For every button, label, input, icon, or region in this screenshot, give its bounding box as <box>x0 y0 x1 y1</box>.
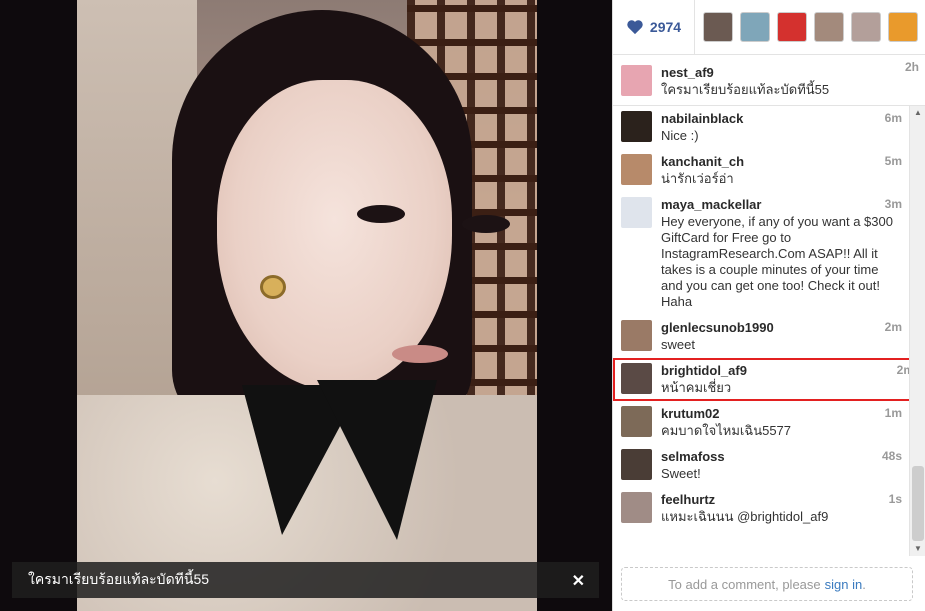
comment-timestamp: 48s <box>881 449 902 463</box>
close-icon[interactable]: ✕ <box>572 571 585 591</box>
likers-list <box>695 12 918 42</box>
comment-text: หน้าคมเชี่ยว <box>661 380 732 395</box>
comment-item: brightidol_af9 หน้าคมเชี่ยว 2m <box>613 358 909 401</box>
comments-scrollbar[interactable]: ▲ ▼ <box>909 106 925 556</box>
photo-caption-bar: ใครมาเรียบร้อยแท้ละบัดทีนี้55 ✕ <box>12 562 599 598</box>
comment-body: feelhurtz แหมะเฉินนน @brightidol_af9 <box>661 492 901 525</box>
photo-earring <box>260 275 286 299</box>
comment-item: kanchanit_ch น่ารักเว่อร์อ่า 5m <box>613 149 909 192</box>
comment-body: krutum02 คมบาดใจไหมเฉิน5577 <box>661 406 901 439</box>
comment-body: maya_mackellar Hey everyone, if any of yo… <box>661 197 901 310</box>
photo-caption-text: ใครมาเรียบร้อยแท้ละบัดทีนี้55 <box>28 571 210 587</box>
avatar[interactable] <box>621 406 652 437</box>
comment-text: Sweet! <box>661 466 701 481</box>
add-comment-text: To add a comment, please <box>668 576 821 592</box>
caption-comment: nest_af9 ใครมาเรียบร้อยแท้ละบัดทีนี้55 2h <box>613 55 925 106</box>
photo-pane: ใครมาเรียบร้อยแท้ละบัดทีนี้55 ✕ <box>0 0 612 611</box>
photo-eye-left <box>357 205 405 223</box>
liker-avatar[interactable] <box>777 12 807 42</box>
comment-body: nest_af9 ใครมาเรียบร้อยแท้ละบัดทีนี้55 <box>661 65 918 98</box>
like-count: 2974 <box>649 19 682 35</box>
scroll-down-arrow-icon[interactable]: ▼ <box>913 544 923 554</box>
likes-bar: 2974 <box>613 0 925 55</box>
comment-item: nest_af9 ใครมาเรียบร้อยแท้ละบัดทีนี้55 2h <box>613 55 925 103</box>
photo-lips <box>392 345 448 363</box>
comment-text: แหมะเฉินนน @brightidol_af9 <box>661 509 829 524</box>
sign-in-link[interactable]: sign in <box>825 577 863 592</box>
comment-item: feelhurtz แหมะเฉินนน @brightidol_af9 1s <box>613 487 909 530</box>
like-button[interactable]: 2974 <box>613 0 695 55</box>
comment-timestamp: 1s <box>888 492 902 506</box>
avatar[interactable] <box>621 363 652 394</box>
comment-username[interactable]: krutum02 <box>661 406 901 421</box>
comment-username[interactable]: nest_af9 <box>661 65 918 80</box>
liker-avatar[interactable] <box>851 12 881 42</box>
comment-text: Nice :) <box>661 128 699 143</box>
comment-item: krutum02 คมบาดใจไหมเฉิน5577 1m <box>613 401 909 444</box>
avatar[interactable] <box>621 492 652 523</box>
avatar[interactable] <box>621 65 652 96</box>
comment-item: nabilainblack Nice :) 6m <box>613 106 909 149</box>
comment-text: น่ารักเว่อร์อ่า <box>661 171 734 186</box>
comment-timestamp: 2h <box>904 60 919 74</box>
comment-body: glenlecsunob1990 sweet <box>661 320 901 353</box>
comment-text: คมบาดใจไหมเฉิน5577 <box>661 423 792 438</box>
comment-timestamp: 1m <box>884 406 902 420</box>
liker-avatar[interactable] <box>888 12 918 42</box>
comment-username[interactable]: maya_mackellar <box>661 197 901 212</box>
scroll-thumb[interactable] <box>912 466 924 541</box>
avatar[interactable] <box>621 154 652 185</box>
avatar[interactable] <box>621 111 652 142</box>
comment-item: glenlecsunob1990 sweet 2m <box>613 315 909 358</box>
comment-username[interactable]: selmafoss <box>661 449 901 464</box>
comment-body: nabilainblack Nice :) <box>661 111 901 144</box>
avatar[interactable] <box>621 320 652 351</box>
photo-collar-right <box>317 380 437 540</box>
scroll-up-arrow-icon[interactable]: ▲ <box>913 108 923 118</box>
liker-avatar[interactable] <box>740 12 770 42</box>
photo-eye-right <box>462 215 510 233</box>
comments-sidebar: 2974 nest_af9 ใครมาเรียบร้อยแท้ละบัดทีนี้… <box>612 0 925 611</box>
comment-text: Hey everyone, if any of you want a $300 … <box>661 214 893 309</box>
comment-timestamp: 6m <box>884 111 902 125</box>
comment-username[interactable]: feelhurtz <box>661 492 901 507</box>
photo-face <box>217 80 452 390</box>
liker-avatar[interactable] <box>703 12 733 42</box>
comment-timestamp: 3m <box>884 197 902 211</box>
comment-item: selmafoss Sweet! 48s <box>613 444 909 487</box>
comment-username[interactable]: glenlecsunob1990 <box>661 320 901 335</box>
comment-body: kanchanit_ch น่ารักเว่อร์อ่า <box>661 154 901 187</box>
comment-timestamp: 2m <box>896 363 909 377</box>
comment-item: maya_mackellar Hey everyone, if any of yo… <box>613 192 909 315</box>
comment-text: sweet <box>661 337 695 352</box>
comment-body: brightidol_af9 หน้าคมเชี่ยว <box>661 363 909 396</box>
liker-avatar[interactable] <box>814 12 844 42</box>
comment-username[interactable]: brightidol_af9 <box>661 363 909 378</box>
heart-icon <box>627 20 643 35</box>
comment-username[interactable]: nabilainblack <box>661 111 901 126</box>
comment-body: selmafoss Sweet! <box>661 449 901 482</box>
comment-timestamp: 5m <box>884 154 902 168</box>
comment-text: ใครมาเรียบร้อยแท้ละบัดทีนี้55 <box>661 82 830 97</box>
comments-list: nabilainblack Nice :) 6m kanchanit_ch น่ารัก… <box>613 106 909 556</box>
avatar[interactable] <box>621 449 652 480</box>
comment-timestamp: 2m <box>884 320 902 334</box>
avatar[interactable] <box>621 197 652 228</box>
add-comment-prompt: To add a comment, please sign in. <box>621 567 913 601</box>
add-comment-tail: . <box>862 576 866 592</box>
comment-username[interactable]: kanchanit_ch <box>661 154 901 169</box>
main-photo[interactable] <box>77 0 537 611</box>
